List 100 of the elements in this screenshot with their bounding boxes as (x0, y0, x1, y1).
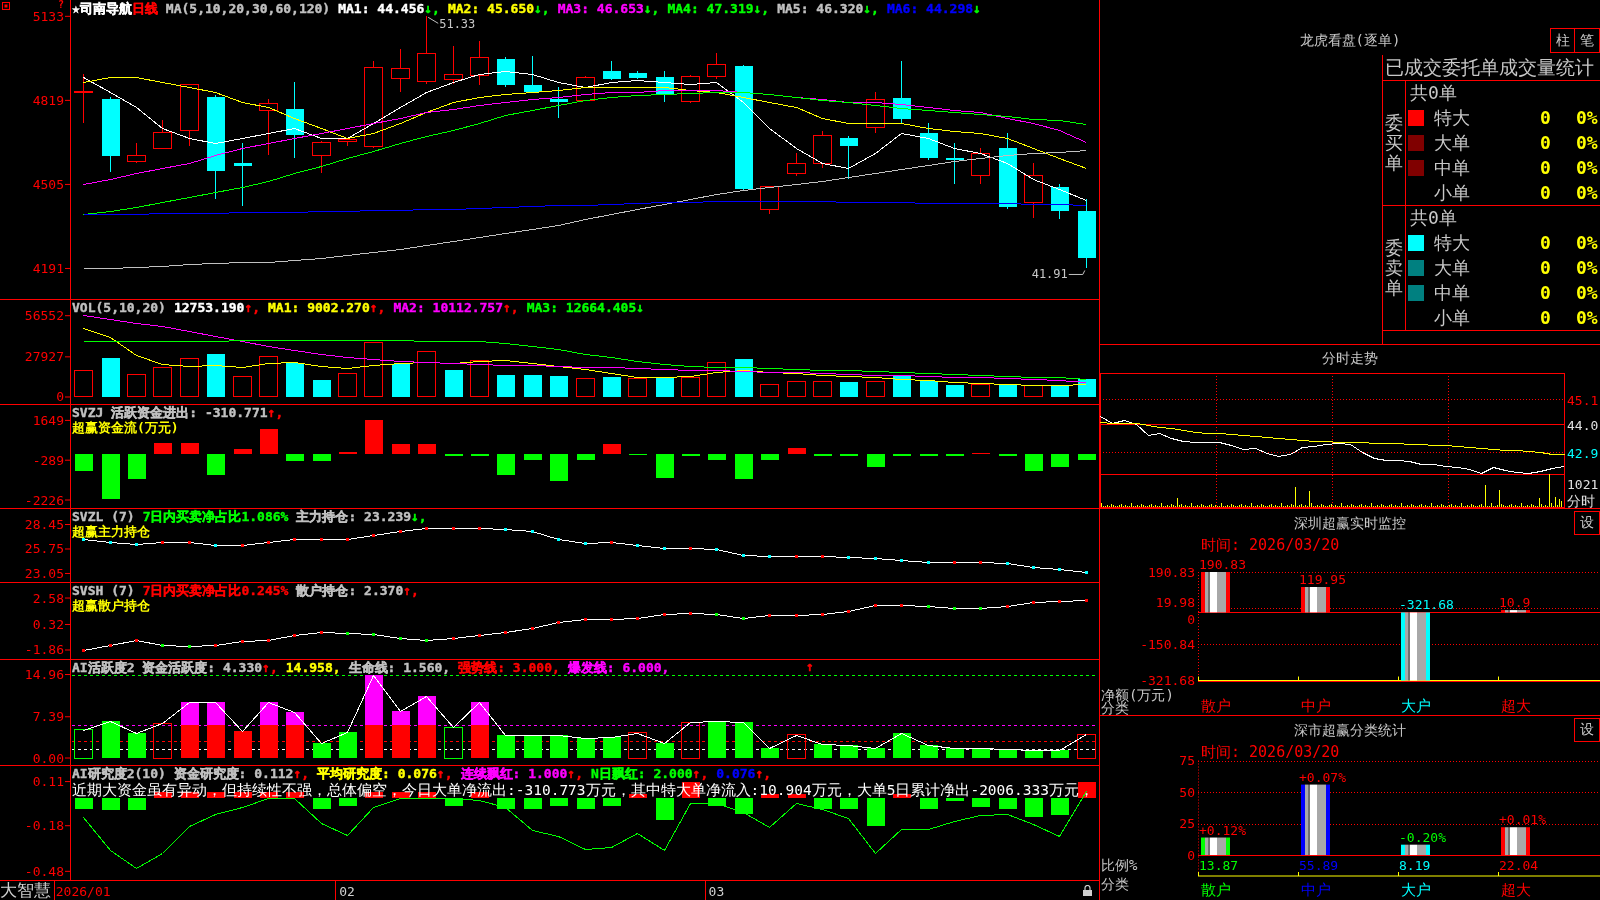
order-size-label: 中单 (1434, 155, 1471, 180)
y-axis-label: 50 (1179, 784, 1195, 800)
legend-label: MA1: 44.456 (338, 1, 425, 16)
data-label: 13.87 (1199, 858, 1239, 873)
y-axis-label: 75 (1179, 753, 1195, 768)
y-axis-label: 45.1 (1567, 392, 1599, 408)
y-axis-label: 4191 (32, 261, 64, 276)
candlestick (1077, 198, 1096, 269)
candlestick (787, 152, 806, 177)
order-percent: 0% (1576, 157, 1598, 178)
y-axis-label: 4505 (32, 176, 64, 192)
y-axis-label: 7.39 (32, 709, 64, 725)
order-percent: 0% (1576, 282, 1598, 303)
chart-bar (1301, 587, 1330, 613)
change-label: +0.01% (1499, 812, 1546, 828)
trend-arrow: ↑, (369, 300, 386, 315)
y-axis-label: 0 (1187, 847, 1195, 863)
order-size-label: 小单 (1434, 305, 1471, 330)
candlestick (892, 60, 911, 124)
candlestick (681, 74, 700, 104)
date-label: 02 (339, 884, 355, 899)
candlestick (655, 70, 674, 103)
order-size-label: 中单 (1434, 280, 1471, 305)
candlestick (919, 122, 938, 161)
timestamp: 时间: 2026/03/20 (1201, 537, 1340, 554)
legend-label: N日飘红: 2.000 (590, 766, 693, 781)
candlestick (391, 48, 410, 93)
y-axis-label: -2226 (24, 492, 64, 508)
legend-label: 连续飘红: 1.000 (460, 766, 568, 781)
y-axis-label: 4819 (32, 92, 64, 108)
indicator-title: 超赢资金流(万元) (72, 420, 179, 435)
order-size-label: 小单 (1434, 180, 1471, 205)
candlestick (259, 98, 278, 156)
y-axis-label: -321.68 (1140, 673, 1195, 688)
candlestick (523, 55, 542, 94)
indicator-title: 超赢散户持仓 (72, 598, 150, 613)
candlestick (707, 52, 726, 80)
date-label: 03 (708, 884, 725, 899)
square-icon (2, 2, 10, 10)
y-axis-label: 0.00 (32, 750, 64, 765)
settings-button[interactable]: 设 (1574, 511, 1600, 535)
legend-label: 7日内买卖净占比0.245% (142, 583, 289, 598)
legend-label: MA2: 10112.757 (393, 300, 503, 315)
view-toggle-button[interactable]: 柱 (1550, 28, 1575, 53)
candlestick (496, 56, 515, 88)
trend-arrow: ↓, (424, 1, 440, 16)
y-axis-label: 27927 (24, 349, 64, 365)
order-percent: 0% (1576, 182, 1598, 203)
category-label: 超大 (1501, 697, 1531, 715)
candlestick (153, 119, 172, 149)
order-percent: 0% (1576, 232, 1598, 253)
settings-button[interactable]: 设 (1574, 718, 1600, 742)
candlestick (444, 45, 463, 85)
candlestick (866, 91, 885, 134)
data-label: 190.83 (1199, 557, 1246, 572)
category-label: 散户 (1201, 881, 1231, 899)
legend-label: MA5: 46.320 (777, 1, 864, 16)
low-price-label: 41.91 (1031, 267, 1086, 282)
y-axis-label: 25 (1179, 816, 1195, 831)
legend-label: SVZL (7) (72, 509, 135, 524)
candlestick (760, 185, 779, 215)
y-axis-label: -1.86 (24, 642, 64, 658)
table-title: 已成交委托单成交量统计 (1383, 55, 1600, 81)
candlestick (312, 140, 331, 174)
data-label: 8.19 (1399, 858, 1431, 873)
legend-label: MA2: 45.650 (447, 1, 535, 16)
trend-arrow: ↑, (503, 300, 519, 315)
y-axis-label: -0.48 (24, 863, 64, 879)
candlestick (602, 60, 621, 81)
order-size-label: 大单 (1434, 255, 1471, 280)
annotation: 41.91 (1031, 267, 1068, 282)
legend-label: 0.076 (716, 766, 756, 781)
panel-title: 深市超赢分类统计 (1293, 721, 1407, 740)
legend-label: AI研究度2(10) 资金研究度: 0.112 (72, 766, 294, 781)
order-total: 共0单 (1409, 81, 1458, 105)
order-size-label: 大单 (1434, 130, 1471, 155)
legend-label: MA4: 47.319 (667, 1, 754, 16)
candlestick (813, 130, 832, 169)
legend-label: 12753.190 (173, 300, 245, 315)
y-axis-label: -0.18 (24, 818, 64, 834)
legend-label: MA1: 9002.270 (268, 300, 370, 315)
order-count: 0 (1540, 132, 1552, 153)
indicator-title: 超赢主力持仓 (72, 524, 150, 539)
y-axis-label: 0 (56, 389, 64, 404)
view-toggle-button[interactable]: 笔 (1575, 28, 1600, 53)
change-label: -0.20% (1399, 829, 1446, 845)
y-axis-label: 19.98 (1155, 594, 1195, 610)
chart-bar (1201, 572, 1230, 613)
candlestick (417, 15, 436, 85)
candlestick (971, 147, 990, 185)
y-axis-label: 42.9 (1567, 445, 1599, 461)
candlestick (839, 135, 858, 180)
chart-bar (1401, 612, 1430, 681)
y-axis-label: -289 (32, 452, 64, 468)
help-mark: ? (58, 0, 65, 10)
group-label: 委买单 (1385, 113, 1403, 173)
legend-label: 7日内买卖净占比1.086% (142, 509, 289, 524)
legend-label: MA6: 44.298 (886, 1, 974, 16)
data-label: 119.95 (1299, 572, 1346, 587)
panel-title: 龙虎看盘(逐单) (1298, 32, 1402, 48)
